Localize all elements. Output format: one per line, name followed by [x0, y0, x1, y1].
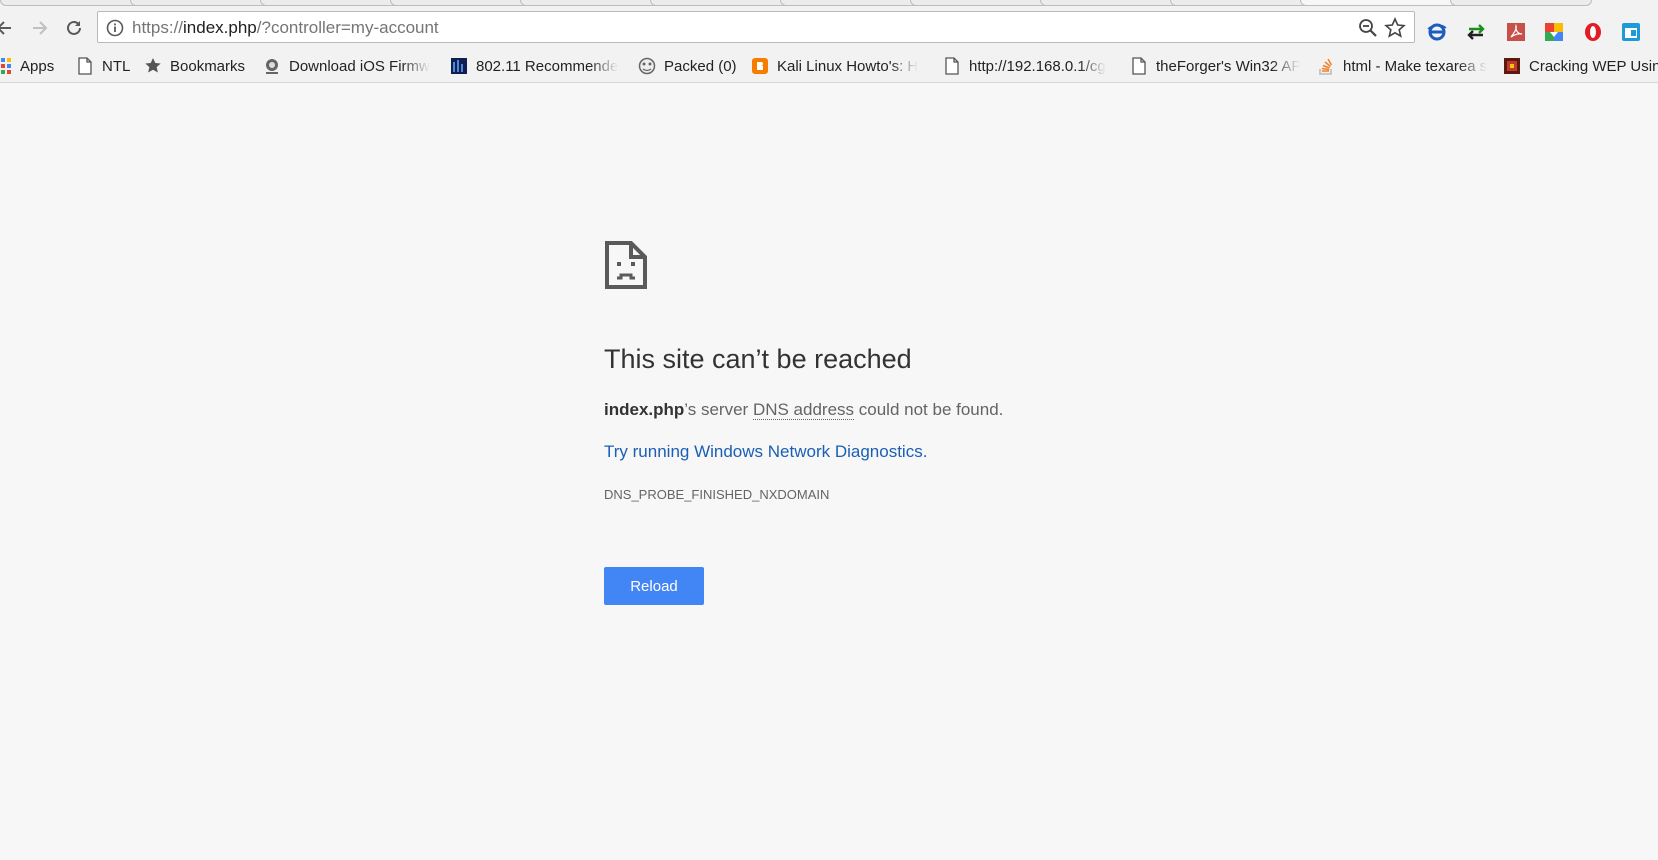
extension-google-translate[interactable] [1543, 21, 1565, 43]
info-icon[interactable] [106, 19, 124, 37]
site-icon [450, 57, 468, 75]
page-icon [1130, 57, 1148, 75]
page-icon [943, 57, 961, 75]
bookmark-bookmarks[interactable]: Bookmarks [144, 56, 254, 76]
bookmark-80211[interactable]: 802.11 Recommende [450, 56, 622, 76]
bookmark-router[interactable]: http://192.168.0.1/cg [943, 56, 1113, 76]
network-diagnostics-link[interactable]: Try running Windows Network Diagnostics. [604, 442, 927, 462]
google-drive-icon [1545, 23, 1563, 41]
zoom-out-icon[interactable] [1358, 18, 1378, 38]
error-description: index.php’s server DNS address could not… [604, 400, 1004, 420]
refresh-icon [67, 20, 81, 35]
stackoverflow-icon [1317, 57, 1335, 75]
error-code: DNS_PROBE_FINISHED_NXDOMAIN [604, 487, 830, 502]
download-site-icon [263, 57, 281, 75]
url-text[interactable]: https://index.php/?controller=my-account [132, 18, 439, 38]
bookmark-kali[interactable]: Kali Linux Howto's: H [751, 56, 923, 76]
dns-address-abbr: DNS address [752, 400, 855, 420]
bookmark-cracking-wep[interactable]: Cracking WEP Usin [1503, 56, 1658, 76]
bookmark-download-ios[interactable]: Download iOS Firmw [263, 56, 433, 76]
forward-button[interactable] [28, 16, 52, 40]
bookmark-apps[interactable]: Apps [0, 56, 64, 76]
reload-browser-button[interactable] [62, 16, 86, 40]
bookmark-win32[interactable]: theForger's Win32 AP [1130, 56, 1300, 76]
back-arrow-icon [0, 21, 11, 35]
browser-toolbar: https://index.php/?controller=my-account [0, 6, 1658, 50]
error-title: This site can’t be reached [604, 344, 912, 374]
forward-arrow-icon [33, 21, 48, 35]
back-button[interactable] [0, 16, 16, 40]
apps-grid-icon [0, 57, 12, 75]
extension-pdf[interactable] [1505, 21, 1527, 43]
bookmarks-bar: Apps NTL Bookmarks Download iOS Firmw 80… [0, 50, 1658, 83]
sad-page-icon [605, 241, 647, 289]
address-bar[interactable]: https://index.php/?controller=my-account [97, 11, 1415, 43]
extension-ie-tab[interactable] [1426, 21, 1448, 43]
page-icon [76, 57, 94, 75]
bookmark-stackoverflow[interactable]: html - Make texarea s [1317, 56, 1493, 76]
bookmark-ntl[interactable]: NTL [76, 56, 136, 76]
site-icon [1503, 57, 1521, 75]
pdf-icon [1507, 23, 1525, 41]
extension-sync[interactable] [1465, 21, 1487, 43]
opera-icon [1585, 23, 1601, 41]
ie-tab-icon [1427, 23, 1447, 41]
bookmark-packed[interactable]: Packed (0) [638, 56, 743, 76]
reload-button[interactable]: Reload [604, 567, 704, 605]
blogger-icon [751, 57, 769, 75]
packed-icon [638, 57, 656, 75]
extension-window[interactable] [1620, 21, 1642, 43]
extension-opera[interactable] [1582, 21, 1604, 43]
bookmark-star-icon[interactable] [1384, 17, 1406, 39]
star-icon [144, 57, 162, 75]
window-icon [1622, 23, 1640, 41]
sync-arrows-icon [1467, 24, 1485, 40]
